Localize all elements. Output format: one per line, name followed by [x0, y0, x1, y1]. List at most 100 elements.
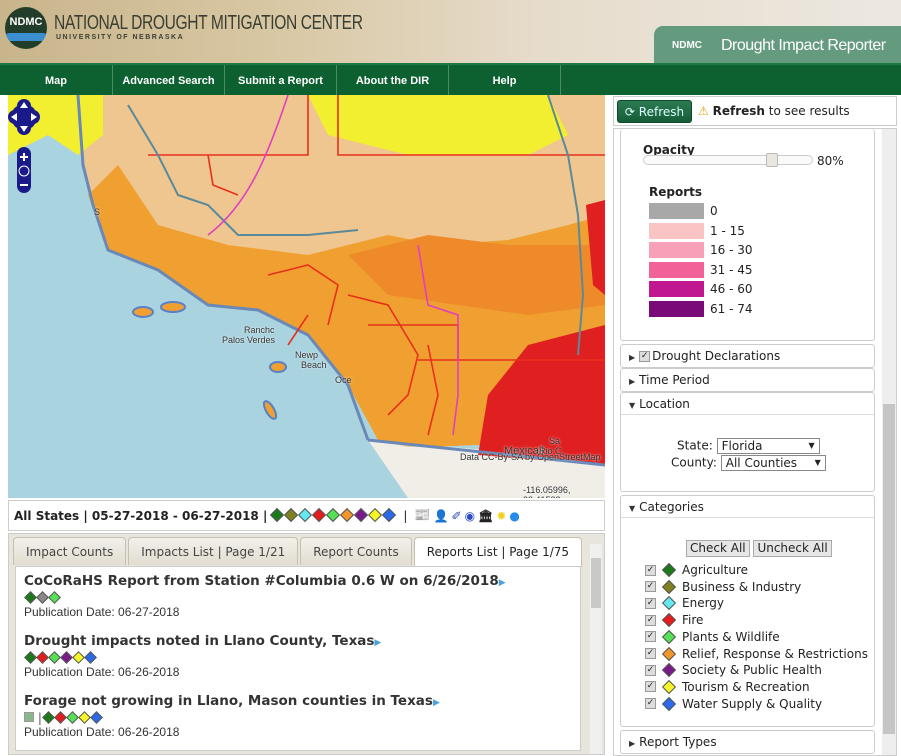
tab-reports-list[interactable]: Reports List | Page 1/75 — [413, 537, 583, 567]
category-checkbox[interactable]: ✓ — [645, 664, 656, 676]
section-drought-declarations[interactable]: ▶ ✓ Drought Declarations — [620, 344, 875, 368]
category-item: ✓ Business & Industry — [645, 579, 801, 595]
category-checkbox[interactable]: ✓ — [645, 581, 656, 593]
category-diamond-icon — [661, 629, 677, 644]
list-item: Forage not growing in Llano, Mason count… — [24, 693, 572, 739]
category-diamond-icon — [661, 646, 677, 661]
category-checkbox[interactable]: ✓ — [645, 648, 656, 659]
person-icon[interactable]: 👤 — [434, 509, 449, 523]
drought-map[interactable]: S Ranchc Palos Verdes Newp Beach Oce Mex… — [8, 95, 605, 498]
section-time-period[interactable]: ▶ Time Period — [620, 368, 875, 392]
opacity-slider-handle[interactable] — [766, 153, 778, 167]
report-title-link[interactable]: CoCoRaHS Report from Station #Columbia 0… — [24, 573, 572, 589]
section-title: Drought Declarations — [652, 349, 781, 363]
category-diamond-icon — [661, 596, 677, 611]
island — [160, 301, 186, 313]
publication-date: Publication Date: 06-26-2018 — [24, 725, 180, 739]
state-label: State: — [677, 438, 713, 453]
category-checkbox[interactable]: ✓ — [645, 597, 656, 609]
category-diamond-icon[interactable] — [340, 507, 355, 522]
island — [262, 400, 278, 420]
refresh-button[interactable]: ⟳ Refresh — [617, 100, 692, 123]
report-title-link[interactable]: Forage not growing in Llano, Mason count… — [24, 693, 572, 709]
nav-about[interactable]: About the DIR — [337, 65, 449, 95]
category-item: ✓ Society & Public Health — [645, 662, 822, 678]
university-name: UNIVERSITY OF NEBRASKA — [56, 34, 185, 41]
tab-impacts-list[interactable]: Impacts List | Page 1/21 — [128, 537, 299, 565]
category-diamond-icon[interactable] — [284, 507, 299, 522]
category-checkbox[interactable]: ✓ — [645, 614, 656, 626]
category-diamond-icon[interactable] — [326, 507, 341, 522]
legend-section: Opacity 80% Reports 01 - 15 16 - 30 31 - 4… — [620, 129, 875, 341]
nav-advanced-search[interactable]: Advanced Search — [113, 65, 225, 95]
category-diamond-icon — [36, 591, 49, 604]
category-diamond-icon — [661, 679, 677, 694]
drought-declarations-checkbox[interactable]: ✓ — [639, 351, 651, 362]
image-icon[interactable] — [24, 712, 34, 722]
options-panel: Opacity 80% Reports 01 - 15 16 - 30 31 - 4… — [613, 128, 897, 756]
warning-icon: ⚠ — [698, 104, 709, 118]
cocorahs-icon[interactable]: ✐ — [452, 509, 462, 523]
app-title-tab: NDMC Drought Impact Reporter — [654, 26, 901, 63]
caret-right-icon: ▶ — [629, 739, 636, 748]
state-select[interactable]: Florida ▼ — [716, 438, 820, 454]
category-checkbox[interactable]: ✓ — [645, 698, 656, 710]
panel-scrollbar[interactable] — [882, 129, 896, 755]
ndmc-logo[interactable]: NDMC — [5, 7, 47, 49]
government-icon[interactable]: 🏛 — [478, 509, 493, 523]
category-diamond-icon[interactable] — [270, 507, 285, 522]
categories-header[interactable]: ▼ Categories — [621, 496, 874, 518]
category-diamond-icon — [90, 711, 103, 724]
publication-date: Publication Date: 06-26-2018 — [24, 665, 180, 679]
section-title: Categories — [639, 500, 704, 514]
category-diamond-icon — [84, 651, 97, 664]
location-header[interactable]: ▼ Location — [621, 393, 874, 415]
county-select[interactable]: All Counties ▼ — [720, 455, 826, 471]
category-diamond-icon[interactable] — [354, 507, 369, 522]
water-icon[interactable]: ● — [509, 509, 519, 523]
nav-map[interactable]: Map — [0, 65, 113, 95]
zoom-control[interactable] — [17, 147, 31, 193]
sun-icon[interactable]: ✹ — [496, 509, 506, 523]
legend-swatch — [649, 203, 704, 219]
pan-control[interactable] — [8, 99, 40, 135]
legend-label: 0 — [710, 204, 718, 218]
category-item: ✓ Fire — [645, 612, 703, 628]
category-checkbox[interactable]: ✓ — [645, 681, 656, 693]
nav-submit-report[interactable]: Submit a Report — [225, 65, 337, 95]
legend-swatch — [649, 242, 704, 258]
category-diamond-icon — [72, 651, 85, 664]
nav-help[interactable]: Help — [449, 65, 561, 95]
tab-report-counts[interactable]: Report Counts — [300, 537, 412, 565]
filter-summary: All States | 05-27-2018 - 06-27-2018 | — [14, 508, 268, 523]
category-diamond-icon[interactable] — [312, 507, 327, 522]
map-attribution[interactable]: Data CC-By-SA by OpenStreetMap — [460, 452, 601, 462]
category-diamond-icon[interactable] — [368, 507, 383, 522]
tab-impact-counts[interactable]: Impact Counts — [13, 537, 127, 565]
section-report-types[interactable]: ▶ Report Types — [620, 730, 875, 754]
list-item: CoCoRaHS Report from Station #Columbia 0… — [24, 573, 572, 619]
category-diamond-icon — [661, 579, 677, 594]
check-all-button[interactable]: Check All — [686, 540, 750, 557]
category-diamond-icon[interactable] — [382, 507, 397, 522]
category-checkbox[interactable]: ✓ — [645, 564, 656, 576]
category-diamond-icon — [661, 696, 677, 711]
category-checkbox[interactable]: ✓ — [645, 631, 656, 643]
opacity-value: 80% — [817, 154, 844, 168]
arrow-right-icon: ▶ — [374, 638, 382, 648]
refresh-msg-text: to see results — [764, 104, 850, 118]
news-icon[interactable]: 📰 — [414, 508, 430, 523]
refresh-label: Refresh — [638, 105, 685, 119]
category-label: Water Supply & Quality — [682, 696, 823, 711]
noaa-icon[interactable]: ◉ — [465, 509, 475, 523]
org-name: NATIONAL DROUGHT MITIGATION CENTER — [54, 12, 363, 34]
refresh-message: ⚠ Refresh to see results — [698, 104, 850, 118]
list-scrollbar[interactable] — [590, 544, 602, 754]
reports-list: CoCoRaHS Report from Station #Columbia 0… — [15, 566, 581, 751]
report-title-link[interactable]: Drought impacts noted in Llano County, T… — [24, 633, 572, 649]
category-diamond-icon[interactable] — [298, 507, 313, 522]
legend-swatch — [649, 300, 704, 317]
legend-label: 16 - 30 — [710, 243, 753, 257]
uncheck-all-button[interactable]: Uncheck All — [753, 540, 832, 557]
opacity-slider[interactable] — [643, 153, 813, 167]
